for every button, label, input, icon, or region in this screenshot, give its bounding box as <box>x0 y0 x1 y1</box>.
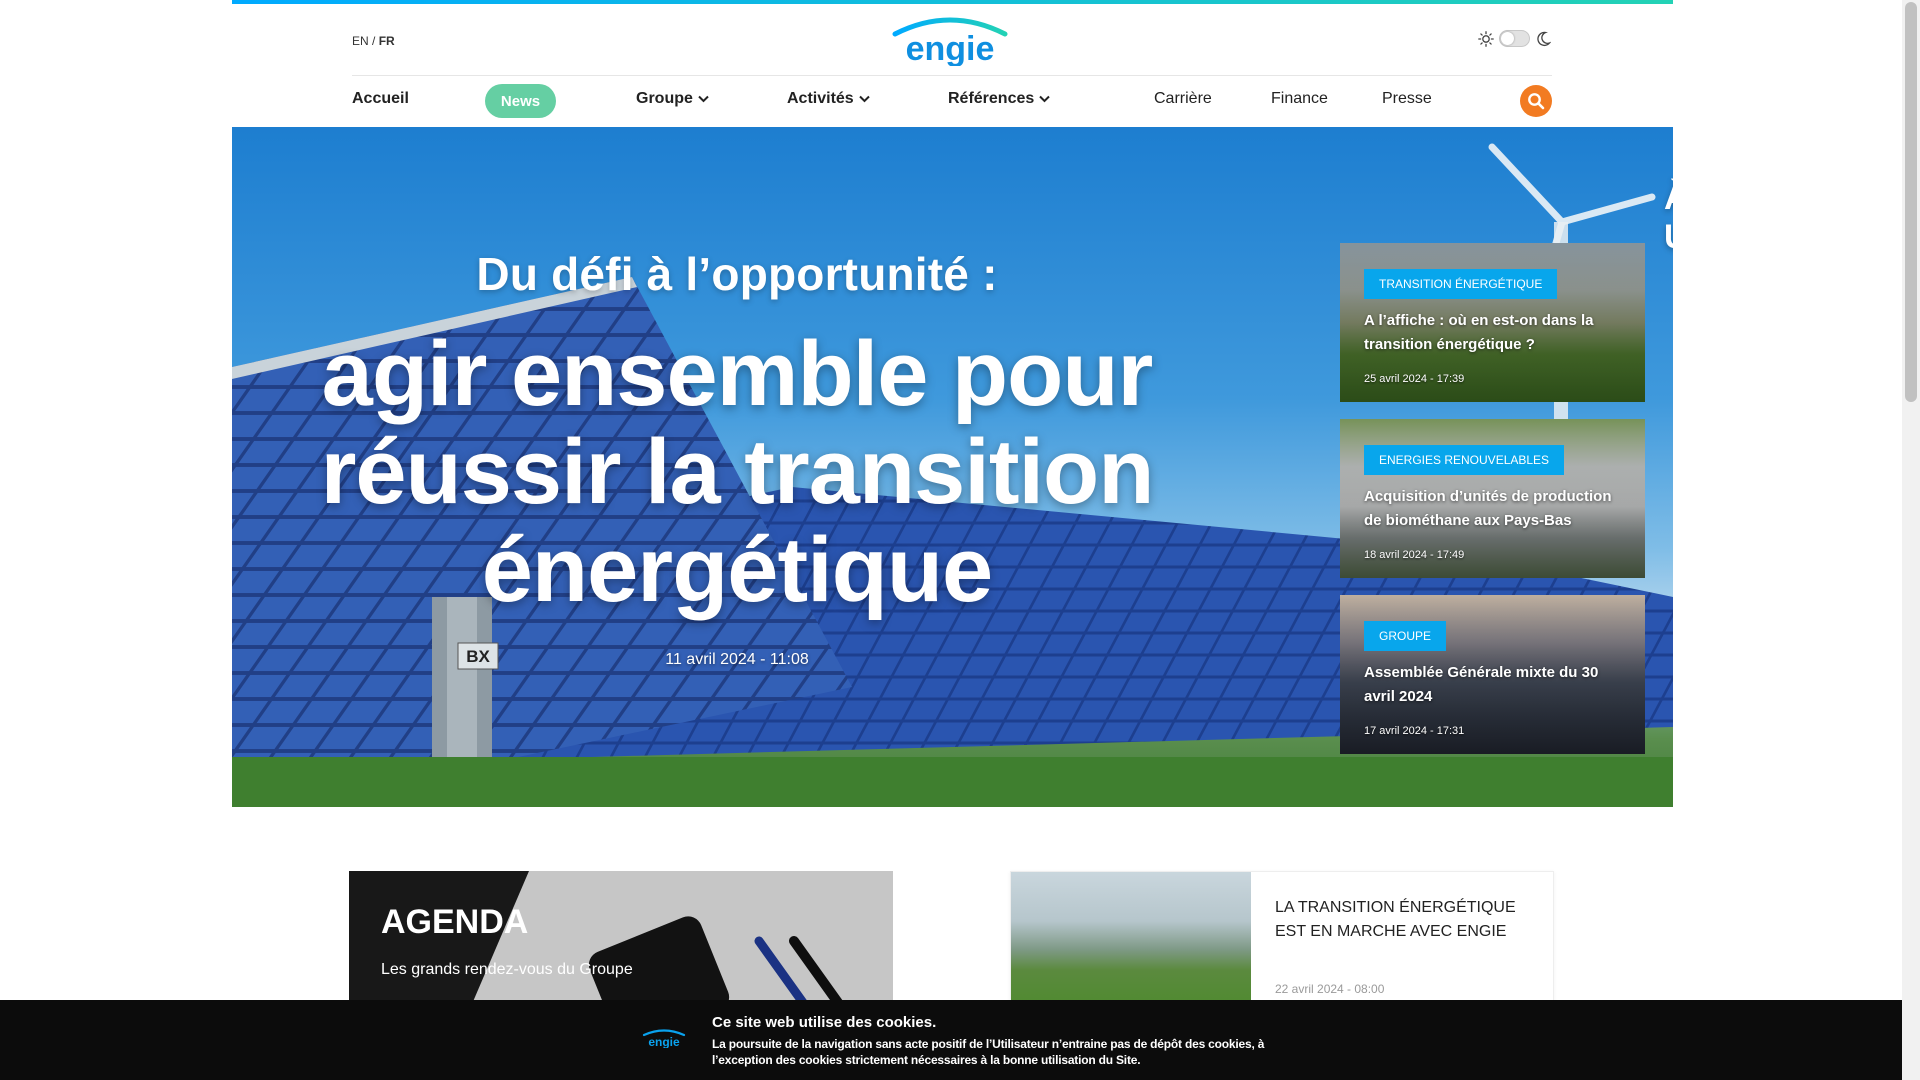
card-date: 18 avril 2024 - 17:49 <box>1364 549 1465 561</box>
article-card[interactable]: La transition énergétique est en marche … <box>1010 871 1554 1012</box>
lang-separator: / <box>368 34 379 48</box>
cookie-title: Ce site web utilise des cookies. <box>712 1014 937 1031</box>
card-tag[interactable]: Transition énergétique <box>1364 269 1558 299</box>
nav-activites[interactable]: Activités <box>787 90 870 108</box>
cookie-logo-text: engie <box>648 1035 680 1048</box>
lang-en-link[interactable]: EN <box>352 34 369 48</box>
une-card[interactable]: Groupe Assemblée Générale mixte du 30 av… <box>1340 595 1645 754</box>
lang-fr-link[interactable]: FR <box>379 34 395 48</box>
nav-news[interactable]: News <box>485 84 556 118</box>
nav-references-label: Références <box>948 90 1035 107</box>
card-title[interactable]: A l’affiche : où en est-on dans la trans… <box>1364 309 1629 357</box>
chevron-down-icon <box>858 95 870 103</box>
cookie-engie-logo: engie <box>642 1029 686 1048</box>
nav-carriere[interactable]: Carrière <box>1154 90 1212 108</box>
card-title[interactable]: Acquisition d’unités de production de bi… <box>1364 485 1629 533</box>
nav-news-label: News <box>500 92 541 110</box>
nav-finance[interactable]: Finance <box>1271 90 1328 108</box>
agenda-card[interactable]: AGENDA Les grands rendez-vous du Groupe <box>349 871 893 1011</box>
card-tag[interactable]: Groupe <box>1364 621 1447 651</box>
search-icon <box>1528 93 1545 110</box>
nav-references[interactable]: Références <box>948 90 1050 108</box>
card-date: 17 avril 2024 - 17:31 <box>1364 725 1465 737</box>
accent-bar <box>232 0 1673 4</box>
chevron-down-icon <box>698 95 709 103</box>
card-title[interactable]: Assemblée Générale mixte du 30 avril 202… <box>1364 661 1629 709</box>
scrollbar-thumb[interactable] <box>1905 2 1917 402</box>
nav-groupe[interactable]: Groupe <box>636 90 709 108</box>
article-date: 22 avril 2024 - 08:00 <box>1275 982 1385 996</box>
toggle-knob <box>1501 32 1514 45</box>
engie-logo-text: engie <box>906 30 995 66</box>
article-title[interactable]: La transition énergétique est en marche … <box>1275 896 1535 944</box>
agenda-title: AGENDA <box>381 903 529 941</box>
chevron-down-icon <box>1039 95 1050 103</box>
nav-accueil[interactable]: Accueil <box>352 90 409 108</box>
cookie-text: La poursuite de la navigation sans acte … <box>712 1037 1265 1067</box>
hero-title[interactable]: agir ensemble pour réussir la transition… <box>292 325 1182 619</box>
hero-banner[interactable]: BX Du défi à l’opportunité : agir ensemb… <box>232 127 1673 807</box>
language-switcher[interactable]: EN / FR <box>352 34 395 48</box>
cookie-banner: engie Ce site web utilise des cookies. L… <box>0 1000 1902 1080</box>
nav-groupe-label: Groupe <box>636 90 693 107</box>
agenda-subtitle: Les grands rendez-vous du Groupe <box>381 961 633 978</box>
article-thumbnail <box>1011 872 1251 1012</box>
sun-icon <box>1478 30 1494 47</box>
hero-date: 11 avril 2024 - 11:08 <box>665 651 809 668</box>
engie-logo[interactable]: engie <box>885 14 1015 66</box>
theme-toggle[interactable] <box>1499 30 1530 47</box>
card-tag[interactable]: Energies renouvelables <box>1364 445 1565 475</box>
nav-activites-label: Activités <box>787 90 854 107</box>
header-divider <box>352 75 1552 76</box>
hero-kicker: Du défi à l’opportunité : <box>476 248 998 300</box>
theme-switcher[interactable] <box>1478 30 1551 47</box>
search-button[interactable] <box>1520 85 1552 117</box>
nav-presse-label: Presse <box>1382 90 1432 107</box>
une-card[interactable]: Energies renouvelables Acquisition d’uni… <box>1340 419 1645 578</box>
card-date: 25 avril 2024 - 17:39 <box>1364 373 1465 385</box>
a-la-une-heading: À la Une <box>1664 179 1673 257</box>
nav-carriere-label: Carrière <box>1154 90 1212 107</box>
nav-accueil-label: Accueil <box>352 90 409 107</box>
nav-presse[interactable]: Presse <box>1382 90 1432 108</box>
moon-icon <box>1537 31 1551 46</box>
nav-finance-label: Finance <box>1271 90 1328 107</box>
hero-headline[interactable]: Du défi à l’opportunité : agir ensemble … <box>292 247 1182 669</box>
une-card[interactable]: Transition énergétique A l’affiche : où … <box>1340 243 1645 402</box>
